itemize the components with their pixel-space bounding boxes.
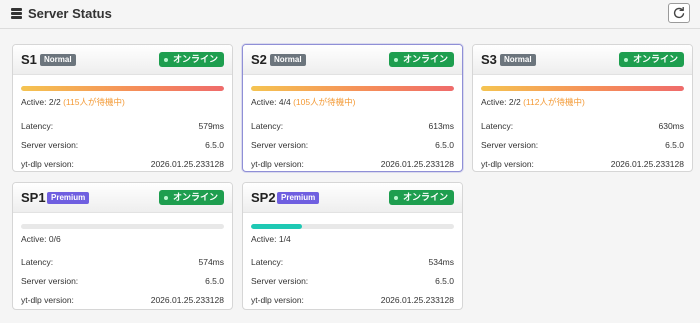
latency-value: 630ms [658, 121, 684, 131]
active-count: Active: 2/2 (115人が待機中) [21, 97, 125, 107]
server-card-s2[interactable]: S2 Normal オンライン Active: 4/4 (105人が待機中) L… [242, 44, 463, 172]
status-dot-icon [393, 57, 398, 62]
server-card-s3[interactable]: S3 Normal オンライン Active: 2/2 (112人が待機中) L… [472, 44, 693, 172]
server-version-row: Server version: 6.5.0 [21, 140, 224, 150]
ytdlp-version-row: yt-dlp version: 2026.01.25.233128 [251, 159, 454, 169]
ytdlp-version-row: yt-dlp version: 2026.01.25.233128 [481, 159, 684, 169]
server-name: S3 [481, 52, 497, 67]
server-card-sp1[interactable]: SP1 Premium オンライン Active: 0/6 Latency: 57… [12, 182, 233, 310]
server-version-row: Server version: 6.5.0 [251, 140, 454, 150]
active-count: Active: 4/4 (105人が待機中) [251, 97, 356, 107]
server-name: SP2 [251, 190, 276, 205]
card-header: SP1 Premium オンライン [13, 183, 232, 213]
latency-row: Latency: 534ms [251, 257, 454, 267]
server-version-value: 6.5.0 [205, 140, 224, 150]
tier-badge: Normal [270, 54, 306, 66]
server-card-s1[interactable]: S1 Normal オンライン Active: 2/2 (115人が待機中) L… [12, 44, 233, 172]
ytdlp-version-value: 2026.01.25.233128 [150, 295, 224, 305]
waiting-count: (115人が待機中) [63, 97, 125, 107]
status-badge: オンライン [158, 190, 224, 205]
latency-row: Latency: 579ms [21, 121, 224, 131]
ytdlp-version-row: yt-dlp version: 2026.01.25.233128 [21, 295, 224, 305]
server-stack-icon [11, 8, 22, 19]
server-version-value: 6.5.0 [205, 276, 224, 286]
ytdlp-version-value: 2026.01.25.233128 [380, 159, 454, 169]
page-header: Server Status [0, 0, 700, 29]
status-dot-icon [393, 195, 398, 200]
status-badge: オンライン [618, 52, 684, 67]
load-bar [251, 86, 454, 91]
ytdlp-version-value: 2026.01.25.233128 [380, 295, 454, 305]
server-name: S1 [21, 52, 37, 67]
latency-row: Latency: 630ms [481, 121, 684, 131]
latency-value: 613ms [428, 121, 454, 131]
status-badge: オンライン [158, 52, 224, 67]
refresh-button[interactable] [668, 3, 690, 23]
active-count: Active: 0/6 [21, 234, 61, 244]
load-bar [21, 86, 224, 91]
tier-badge: Normal [40, 54, 76, 66]
server-name: S2 [251, 52, 267, 67]
card-header: SP2 Premium オンライン [243, 183, 462, 213]
card-header: S2 Normal オンライン [243, 45, 462, 75]
page-title: Server Status [28, 6, 112, 21]
server-version-value: 6.5.0 [435, 140, 454, 150]
load-bar [251, 224, 454, 229]
refresh-icon [673, 7, 685, 19]
card-header: S3 Normal オンライン [473, 45, 692, 75]
load-bar [21, 224, 224, 229]
tier-badge: Premium [277, 192, 320, 204]
status-dot-icon [163, 57, 168, 62]
server-version-row: Server version: 6.5.0 [21, 276, 224, 286]
waiting-count: (112人が待機中) [523, 97, 585, 107]
latency-value: 574ms [198, 257, 224, 267]
ytdlp-version-value: 2026.01.25.233128 [610, 159, 684, 169]
server-version-value: 6.5.0 [435, 276, 454, 286]
status-dot-icon [163, 195, 168, 200]
latency-value: 534ms [428, 257, 454, 267]
waiting-count: (105人が待機中) [293, 97, 356, 107]
server-version-row: Server version: 6.5.0 [251, 276, 454, 286]
load-bar [481, 86, 684, 91]
status-badge: オンライン [388, 52, 454, 67]
card-header: S1 Normal オンライン [13, 45, 232, 75]
server-name: SP1 [21, 190, 46, 205]
server-version-row: Server version: 6.5.0 [481, 140, 684, 150]
active-count: Active: 2/2 (112人が待機中) [481, 97, 585, 107]
ytdlp-version-row: yt-dlp version: 2026.01.25.233128 [251, 295, 454, 305]
status-badge: オンライン [388, 190, 454, 205]
ytdlp-version-row: yt-dlp version: 2026.01.25.233128 [21, 159, 224, 169]
tier-badge: Premium [47, 192, 90, 204]
active-count: Active: 1/4 [251, 234, 291, 244]
latency-row: Latency: 574ms [21, 257, 224, 267]
server-card-sp2[interactable]: SP2 Premium オンライン Active: 1/4 Latency: 53… [242, 182, 463, 310]
latency-row: Latency: 613ms [251, 121, 454, 131]
latency-value: 579ms [198, 121, 224, 131]
tier-badge: Normal [500, 54, 536, 66]
status-dot-icon [623, 57, 628, 62]
ytdlp-version-value: 2026.01.25.233128 [150, 159, 224, 169]
server-version-value: 6.5.0 [665, 140, 684, 150]
